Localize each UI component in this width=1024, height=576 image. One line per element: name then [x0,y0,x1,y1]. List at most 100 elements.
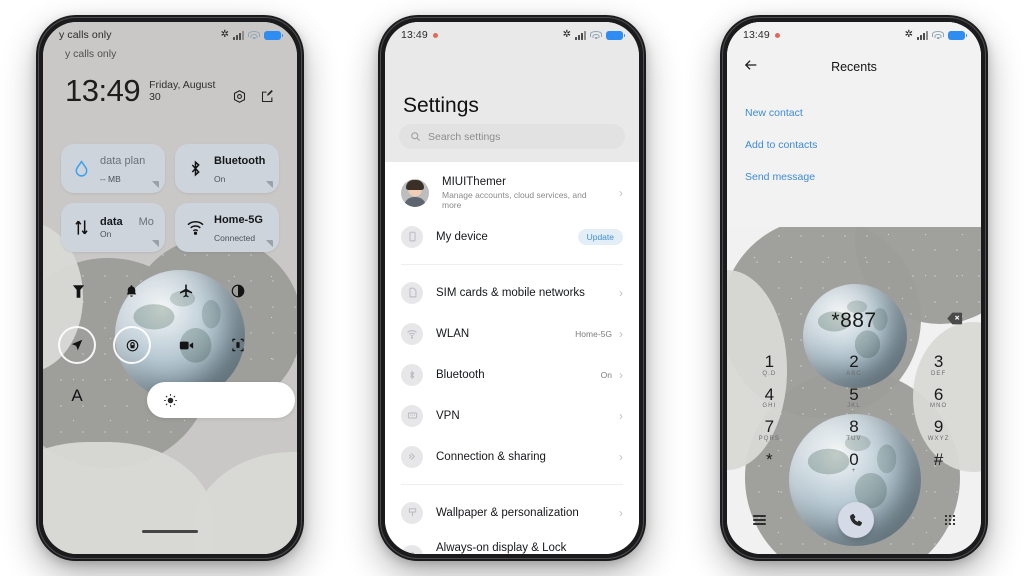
dialpad-key-6[interactable]: 6 MNO [896,385,981,410]
dialpad-key-0[interactable]: 0 + [812,450,897,475]
key-letters: Q.D [762,370,777,377]
settings-row-label: Connection & sharing [436,450,546,463]
key-letters: ABC [846,370,862,377]
header-icon-group [232,89,275,106]
cast-icon[interactable] [223,330,253,360]
dark-mode-icon[interactable] [225,278,251,304]
new-contact-link[interactable]: New contact [745,107,817,119]
font-size-icon[interactable]: A [63,382,91,410]
chevron-right-icon: › [619,285,623,300]
lock-icon [401,545,423,554]
tile-mobile-data[interactable]: data Mo On [61,203,165,252]
key-letters: + [851,468,857,475]
backspace-icon[interactable] [947,312,963,330]
quick-settings-tiles: data plan -- MB Bluetooth On data Mo On … [43,144,297,252]
status-bar: y calls only ✲ [43,22,297,48]
settings-row-label: SIM cards & mobile networks [436,286,585,299]
key-digit: 2 [849,352,859,371]
settings-row-value: Home-5G [575,328,612,339]
clock-time: 13:49 [65,73,141,108]
settings-row-account[interactable]: MIUIThemer Manage accounts, cloud servic… [385,170,639,216]
home-indicator[interactable] [142,530,198,533]
key-digit: 1 [764,352,775,371]
airplane-icon[interactable] [173,278,199,304]
settings-row-vpn[interactable]: VPN › [385,395,639,436]
dialpad-key-2[interactable]: 2 ABC [812,352,897,377]
settings-row-wlan[interactable]: WLAN Home-5G › [385,313,639,354]
key-letters: MNO [930,403,948,410]
settings-list: MIUIThemer Manage accounts, cloud servic… [385,162,639,554]
status-badge[interactable]: Update [577,228,623,245]
auto-rotate-icon[interactable] [115,328,149,362]
wifi-icon [401,322,423,345]
edit-icon[interactable] [260,89,275,104]
battery-icon [606,30,625,40]
key-digit: 0 [849,449,859,469]
settings-row-label: Bluetooth [436,368,485,381]
status-bar-left: 13:49 [743,29,780,41]
menu-icon[interactable] [753,513,766,527]
settings-row-sim[interactable]: SIM cards & mobile networks › [385,272,639,313]
key-letters: GHI [762,403,777,410]
location-icon[interactable] [60,328,94,362]
bell-icon[interactable] [118,278,144,304]
dialpad-key-1[interactable]: 1 Q.D [727,352,812,377]
notification-dot-icon [774,32,780,38]
dialpad-key-3[interactable]: 3 DEF [896,352,981,377]
tile-data-plan-sub: -- MB [100,173,121,184]
signal-icon [575,30,586,40]
dialpad-key-9[interactable]: 9 WXYZ [896,417,981,442]
settings-row-wallpaper[interactable]: Wallpaper & personalization › [385,492,639,533]
dialed-number-row: *887 [727,309,981,333]
chevron-right-icon: › [619,505,623,520]
mobile-data-icon [72,218,91,237]
dialpad-key-4[interactable]: 4 GHI [727,385,812,410]
notification-dot-icon [432,32,438,38]
back-arrow-icon[interactable] [743,57,759,78]
tile-wifi[interactable]: Home-5G Connected [175,203,279,252]
status-time: 13:49 [743,29,770,41]
key-digit: 3 [933,352,944,371]
key-letters: TUV [846,435,862,442]
settings-row-label: Wallpaper & personalization [436,506,579,519]
send-message-link[interactable]: Send message [745,171,817,183]
settings-row-my-device[interactable]: My device Update [385,216,639,257]
screen-recorder-icon[interactable] [171,330,201,360]
brightness-slider[interactable] [147,382,295,418]
status-bar: 13:49 ✲ [385,22,639,48]
phone-control-center: y calls only ✲ y calls only 13:49 Friday… [36,15,304,561]
search-input[interactable]: Search settings [399,124,625,149]
tile-resize-corner-icon [266,181,273,188]
key-digit: * [766,449,773,469]
settings-row-connection-sharing[interactable]: Connection & sharing › [385,436,639,477]
bluetooth-icon [401,363,423,386]
screen-control-center: y calls only ✲ y calls only 13:49 Friday… [43,22,297,554]
flashlight-icon[interactable] [65,278,91,304]
dialpad-key-hash[interactable]: # [896,450,981,475]
bluetooth-icon: ✲ [220,29,229,40]
status-bar-icons: ✲ [563,30,625,40]
tile-bluetooth-sub: On [214,173,226,184]
dialpad-key-7[interactable]: 7 PQRS [727,417,812,442]
key-letters: PQRS [758,435,781,442]
settings-gear-icon[interactable] [232,89,247,104]
clock-date: Friday, August 30 [149,79,216,103]
brightness-icon [164,393,177,407]
dialpad-key-8[interactable]: 8 TUV [812,417,897,442]
add-to-contacts-link[interactable]: Add to contacts [745,139,817,151]
dialpad-key-5[interactable]: 5 JKL [812,385,897,410]
avatar [401,179,429,207]
divider [401,264,623,265]
battery-icon [264,30,283,40]
tile-data-plan[interactable]: data plan -- MB [61,144,165,193]
settings-row-bluetooth[interactable]: Bluetooth On › [385,354,639,395]
page-title: Recents [831,60,877,74]
settings-row-aod-lockscreen[interactable]: Always-on display & Lock screen › [385,533,639,554]
keypad-icon[interactable] [945,515,955,525]
dialpad-key-star[interactable]: * [727,450,812,475]
tile-bluetooth[interactable]: Bluetooth On [175,144,279,193]
tile-data-plan-label: data plan [100,154,146,167]
dialer-bottom-bar [727,502,981,538]
call-button[interactable] [837,502,874,538]
key-digit: 9 [933,417,944,437]
